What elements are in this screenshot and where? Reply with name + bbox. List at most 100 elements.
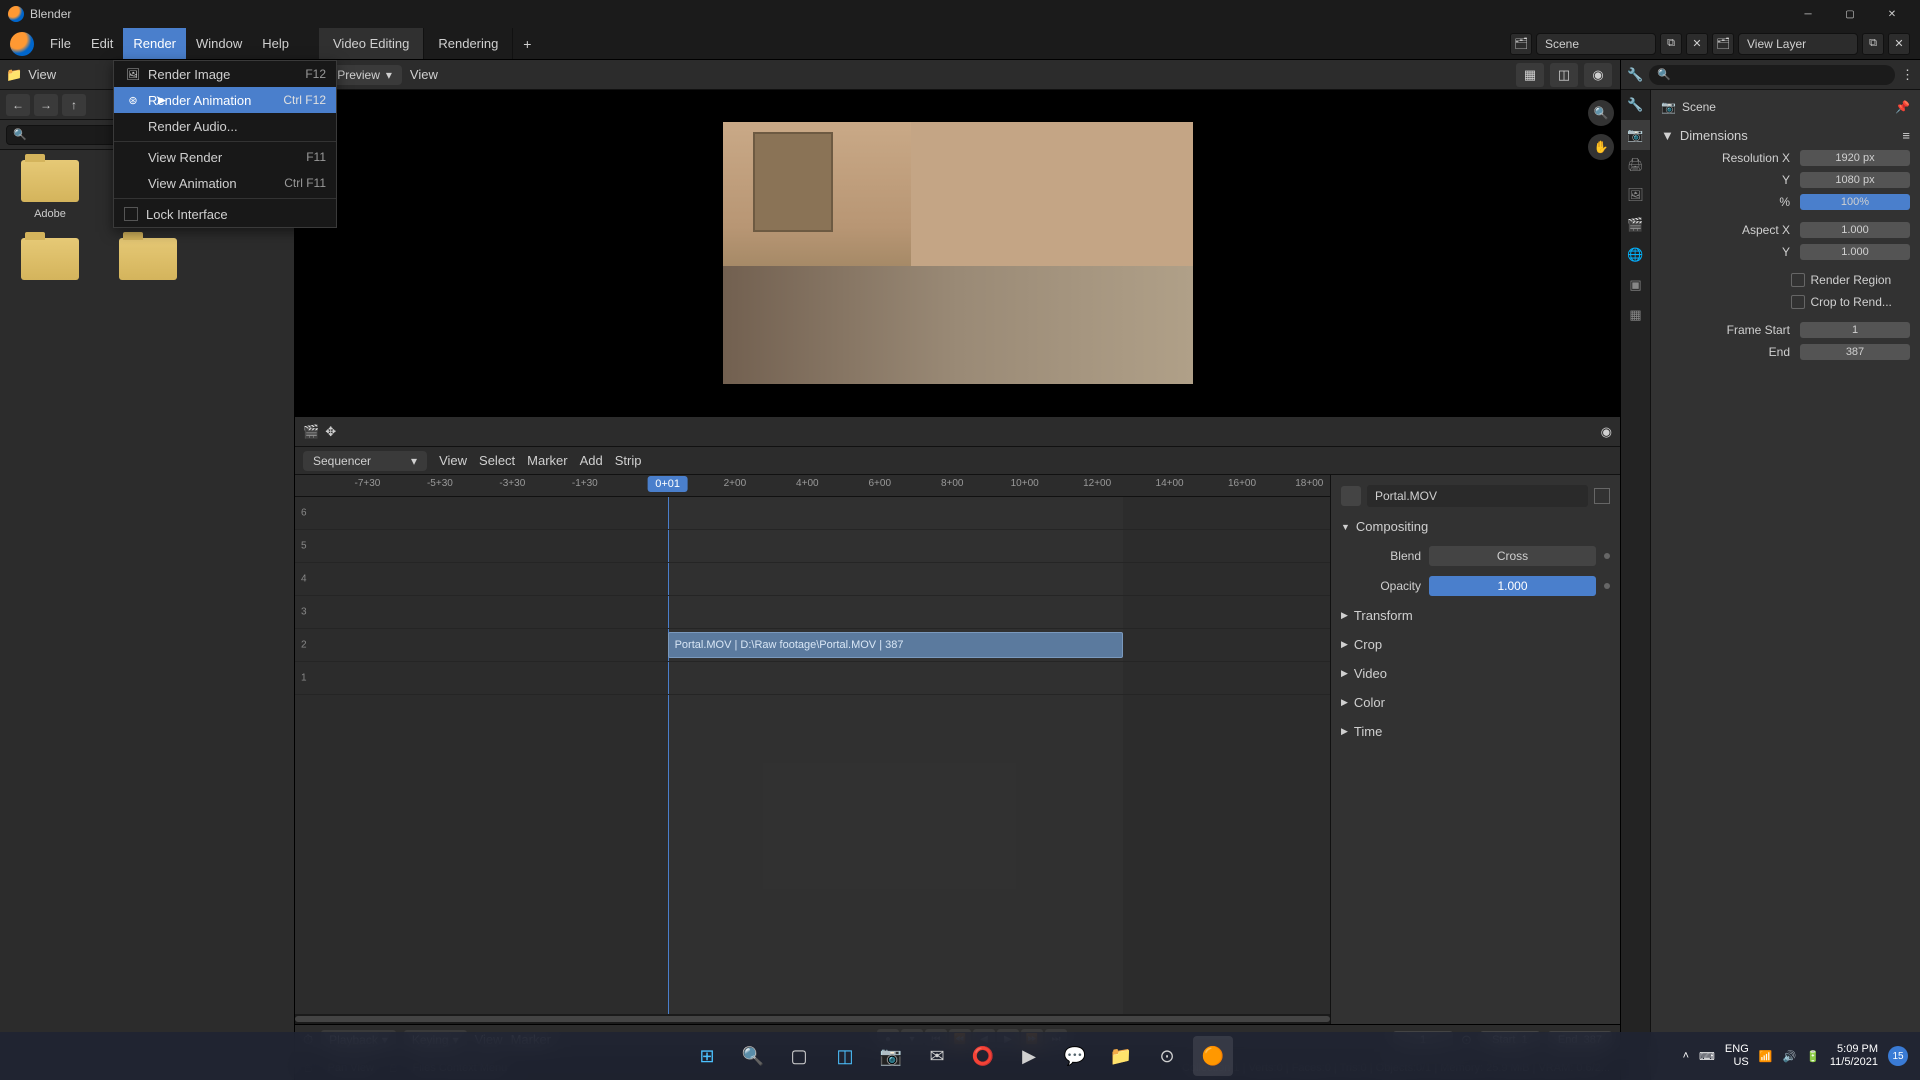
resolution-y-field[interactable]: 1080 px: [1800, 172, 1910, 188]
playhead-indicator[interactable]: 0+01: [647, 476, 688, 492]
add-workspace-button[interactable]: +: [513, 28, 541, 59]
opacity-slider[interactable]: 1.000: [1429, 576, 1596, 596]
video-strip[interactable]: Portal.MOV | D:\Raw footage\Portal.MOV |…: [668, 632, 1123, 658]
crop-panel-header[interactable]: ▶Crop: [1341, 633, 1610, 656]
viewlayer-name-field[interactable]: View Layer: [1738, 33, 1858, 55]
compositing-panel-header[interactable]: ▼ Compositing: [1341, 515, 1610, 538]
seq-strip-menu[interactable]: Strip: [615, 453, 642, 468]
color-panel-header[interactable]: ▶Color: [1341, 691, 1610, 714]
menu-file[interactable]: File: [40, 28, 81, 59]
view-animation-item[interactable]: View Animation Ctrl F11: [114, 170, 336, 196]
aspect-y-field[interactable]: 1.000: [1800, 244, 1910, 260]
render-audio-item[interactable]: Render Audio...: [114, 113, 336, 139]
crop-region-checkbox[interactable]: [1791, 295, 1805, 309]
timeline-tracks[interactable]: 6 5 4 3 2 Portal.MOV | D:\Raw footage\Po…: [295, 497, 1330, 1014]
preview-viewport[interactable]: 🔍 ✋: [295, 90, 1620, 416]
viewlayer-copy-icon[interactable]: ⧉: [1862, 33, 1884, 55]
scene-name-field[interactable]: Scene: [1536, 33, 1656, 55]
taskbar-app[interactable]: ✉: [917, 1036, 957, 1076]
preview-mode-selector[interactable]: Preview▾: [327, 65, 402, 85]
dimensions-panel-header[interactable]: ▼ Dimensions ≡: [1661, 124, 1910, 147]
notification-badge[interactable]: 15: [1888, 1046, 1908, 1066]
resolution-percent-slider[interactable]: 100%: [1800, 194, 1910, 210]
wifi-icon[interactable]: 📶: [1759, 1050, 1773, 1063]
menu-window[interactable]: Window: [186, 28, 252, 59]
props-tab-output[interactable]: 🖨: [1621, 150, 1650, 180]
seq-select-menu[interactable]: Select: [479, 453, 515, 468]
close-button[interactable]: ✕: [1872, 2, 1912, 26]
minimize-button[interactable]: ─: [1788, 2, 1828, 26]
clock[interactable]: 5:09 PM11/5/2021: [1830, 1043, 1878, 1069]
seq-tool-icon[interactable]: ✥: [325, 424, 336, 440]
preview-display-icon[interactable]: ▦: [1516, 63, 1544, 87]
list-icon[interactable]: ≡: [1902, 128, 1910, 143]
props-tab-viewlayer[interactable]: 🖼: [1621, 180, 1650, 210]
aspect-x-field[interactable]: 1.000: [1800, 222, 1910, 238]
scene-delete-icon[interactable]: ✕: [1686, 33, 1708, 55]
windows-taskbar[interactable]: ⊞ 🔍 ▢ ◫ 📷 ✉ ⭕ ▶ 💬 📁 ⊙ 🟠 ˄ ⌨ ENGUS 📶 🔊 🔋 …: [0, 1032, 1920, 1080]
resolution-x-field[interactable]: 1920 px: [1800, 150, 1910, 166]
sequencer-mode-selector[interactable]: Sequencer▾: [303, 451, 427, 471]
fb-editor-type-icon[interactable]: 📁: [6, 67, 22, 83]
taskbar-app[interactable]: ⊙: [1147, 1036, 1187, 1076]
maximize-button[interactable]: ▢: [1830, 2, 1870, 26]
fb-view-menu[interactable]: View: [28, 67, 56, 82]
props-editor-type-icon[interactable]: 🔧: [1627, 67, 1643, 83]
menu-edit[interactable]: Edit: [81, 28, 123, 59]
tray-chevron-icon[interactable]: ˄: [1683, 1050, 1689, 1062]
transform-panel-header[interactable]: ▶Transform: [1341, 604, 1610, 627]
props-options-icon[interactable]: ⋮: [1901, 67, 1914, 83]
viewlayer-browse-icon[interactable]: 🗂: [1712, 33, 1734, 55]
pin-icon[interactable]: 📌: [1895, 100, 1910, 114]
widgets-button[interactable]: ◫: [825, 1036, 865, 1076]
fb-up-button[interactable]: ↑: [62, 94, 86, 116]
blend-mode-selector[interactable]: Cross: [1429, 546, 1596, 566]
taskbar-app[interactable]: 💬: [1055, 1036, 1095, 1076]
app-icon[interactable]: [10, 32, 34, 56]
timeline-ruler[interactable]: -7+30 -5+30 -3+30 -1+30 0+01 2+00 4+00 6…: [295, 475, 1330, 497]
taskbar-app[interactable]: ▶: [1009, 1036, 1049, 1076]
menu-help[interactable]: Help: [252, 28, 299, 59]
search-button[interactable]: 🔍: [733, 1036, 773, 1076]
workspace-tab-rendering[interactable]: Rendering: [424, 28, 513, 59]
props-tab-render[interactable]: 📷: [1621, 120, 1650, 150]
seq-editor-type-icon[interactable]: 🎬: [303, 424, 319, 440]
strip-mute-toggle[interactable]: [1594, 488, 1610, 504]
scene-browse-icon[interactable]: 🗂: [1510, 33, 1532, 55]
taskbar-app[interactable]: ⭕: [963, 1036, 1003, 1076]
seq-view-menu[interactable]: View: [439, 453, 467, 468]
folder-item[interactable]: [10, 238, 90, 280]
props-tab-tool[interactable]: 🔧: [1621, 90, 1650, 120]
frame-end-field[interactable]: 387: [1800, 344, 1910, 360]
time-panel-header[interactable]: ▶Time: [1341, 720, 1610, 743]
props-breadcrumb[interactable]: Scene: [1682, 100, 1716, 114]
taskbar-app[interactable]: 📁: [1101, 1036, 1141, 1076]
language-indicator[interactable]: ENGUS: [1725, 1043, 1749, 1069]
strip-name-field[interactable]: Portal.MOV: [1367, 485, 1588, 507]
taskview-button[interactable]: ▢: [779, 1036, 819, 1076]
seq-add-menu[interactable]: Add: [580, 453, 603, 468]
props-tab-scene[interactable]: 🎬: [1621, 210, 1650, 240]
render-image-item[interactable]: 🖼 Render Image F12: [114, 61, 336, 87]
tray-keyboard-icon[interactable]: ⌨: [1699, 1050, 1715, 1063]
view-render-item[interactable]: View Render F11: [114, 144, 336, 170]
folder-item[interactable]: Adobe: [10, 160, 90, 220]
volume-icon[interactable]: 🔊: [1782, 1050, 1796, 1063]
workspace-tab-video-editing[interactable]: Video Editing: [319, 28, 424, 59]
preview-overlay-icon[interactable]: ◫: [1550, 63, 1578, 87]
preview-gizmo-icon[interactable]: ◉: [1584, 63, 1612, 87]
keyframe-dot[interactable]: [1604, 583, 1610, 589]
keyframe-dot[interactable]: [1604, 553, 1610, 559]
props-tab-texture[interactable]: ▦: [1621, 300, 1650, 330]
video-panel-header[interactable]: ▶Video: [1341, 662, 1610, 685]
props-tab-object[interactable]: ▣: [1621, 270, 1650, 300]
fb-file-list[interactable]: Adobe Blackmagic ...: [0, 150, 294, 1080]
props-tab-world[interactable]: 🌐: [1621, 240, 1650, 270]
folder-item[interactable]: [108, 238, 188, 280]
timeline-scrollbar[interactable]: [295, 1014, 1330, 1024]
menu-render[interactable]: Render: [123, 28, 186, 59]
seq-shading-icon[interactable]: ◉: [1601, 424, 1612, 440]
pan-icon[interactable]: ✋: [1588, 134, 1614, 160]
taskbar-app[interactable]: 📷: [871, 1036, 911, 1076]
battery-icon[interactable]: 🔋: [1806, 1050, 1820, 1063]
